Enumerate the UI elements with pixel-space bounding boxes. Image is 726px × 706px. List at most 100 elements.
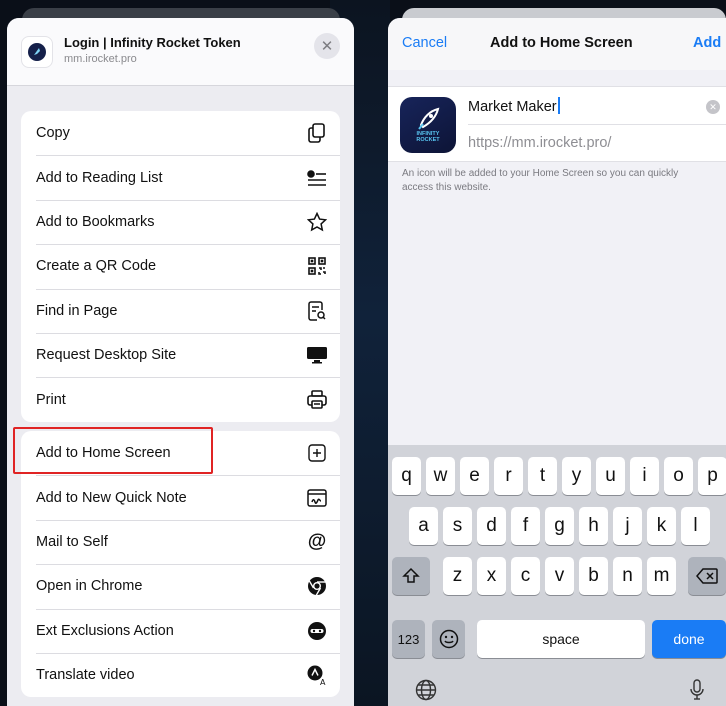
menu-item-label: Copy	[36, 125, 70, 142]
cancel-button[interactable]: Cancel	[402, 35, 447, 51]
numbers-key[interactable]: 123	[392, 620, 425, 658]
key-i[interactable]: i	[630, 457, 659, 495]
menu-item-ext-exclusions[interactable]: Ext Exclusions Action	[21, 608, 340, 653]
rocket-icon	[418, 107, 440, 130]
menu-item-find-in-page[interactable]: Find in Page	[21, 288, 340, 333]
menu-item-label: Find in Page	[36, 302, 118, 319]
add-to-home-screen-sheet: Cancel Add to Home Screen Add INFINITY R…	[388, 18, 726, 706]
key-a[interactable]: a	[409, 507, 438, 545]
key-q[interactable]: q	[392, 457, 421, 495]
name-field-value: Market Maker	[468, 99, 557, 115]
hint-text: An icon will be added to your Home Scree…	[402, 168, 679, 193]
reading-list-icon	[306, 167, 328, 189]
key-t[interactable]: t	[528, 457, 557, 495]
menu-item-add-to-home-screen[interactable]: Add to Home Screen	[21, 431, 340, 475]
globe-icon[interactable]	[413, 677, 439, 703]
find-in-page-icon	[306, 300, 328, 322]
chrome-icon	[306, 575, 328, 597]
menu-item-bookmarks[interactable]: Add to Bookmarks	[21, 199, 340, 244]
key-l[interactable]: l	[681, 507, 710, 545]
svg-text:A: A	[320, 678, 326, 686]
key-y[interactable]: y	[562, 457, 591, 495]
key-f[interactable]: f	[511, 507, 540, 545]
sheet-title: Add to Home Screen	[490, 35, 633, 51]
key-e[interactable]: e	[460, 457, 489, 495]
key-v[interactable]: v	[545, 557, 574, 595]
menu-item-translate-video[interactable]: Translate video A	[21, 652, 340, 697]
key-u[interactable]: u	[596, 457, 625, 495]
menu-item-label: Request Desktop Site	[36, 347, 177, 364]
microphone-icon[interactable]	[684, 677, 710, 703]
key-h[interactable]: h	[579, 507, 608, 545]
app-icon-label: ROCKET	[416, 137, 440, 143]
site-url: mm.irocket.pro	[64, 53, 137, 65]
key-c[interactable]: c	[511, 557, 540, 595]
key-n[interactable]: n	[613, 557, 642, 595]
name-field[interactable]: Market Maker	[468, 97, 560, 115]
key-j[interactable]: j	[613, 507, 642, 545]
site-title: Login | Infinity Rocket Token	[64, 35, 241, 50]
menu-item-label: Add to Home Screen	[36, 445, 171, 462]
key-z[interactable]: z	[443, 557, 472, 595]
shift-icon	[402, 567, 420, 583]
add-button[interactable]: Add	[693, 35, 721, 51]
backspace-key[interactable]	[688, 557, 726, 595]
copy-icon	[306, 122, 328, 144]
key-d[interactable]: d	[477, 507, 506, 545]
menu-item-copy[interactable]: Copy	[21, 111, 340, 155]
menu-item-quick-note[interactable]: Add to New Quick Note	[21, 475, 340, 519]
clear-icon[interactable]: ✕	[706, 100, 720, 114]
menu-item-open-in-chrome[interactable]: Open in Chrome	[21, 564, 340, 608]
backspace-icon	[696, 568, 718, 584]
site-favicon	[21, 36, 53, 68]
url-field: https://mm.irocket.pro/	[468, 135, 612, 151]
key-w[interactable]: w	[426, 457, 455, 495]
mask-icon	[306, 620, 328, 642]
key-r[interactable]: r	[494, 457, 523, 495]
key-x[interactable]: x	[477, 557, 506, 595]
menu-item-qr-code[interactable]: Create a QR Code	[21, 244, 340, 288]
menu-item-mail-to-self[interactable]: Mail to Self @	[21, 519, 340, 564]
menu-item-print[interactable]: Print	[21, 377, 340, 421]
menu-item-label: Add to New Quick Note	[36, 489, 187, 506]
shift-key[interactable]	[392, 557, 430, 595]
menu-item-label: Translate video	[36, 667, 135, 684]
key-o[interactable]: o	[664, 457, 693, 495]
menu-item-label: Mail to Self	[36, 533, 108, 550]
desktop-icon	[306, 344, 328, 366]
menu-item-reading-list[interactable]: Add to Reading List	[21, 155, 340, 199]
menu-item-label: Add to Reading List	[36, 169, 163, 186]
emoji-key[interactable]	[432, 620, 465, 658]
menu-item-desktop-site[interactable]: Request Desktop Site	[21, 332, 340, 377]
space-key[interactable]: space	[477, 620, 645, 658]
key-m[interactable]: m	[647, 557, 676, 595]
divider	[468, 124, 726, 125]
menu-item-label: Create a QR Code	[36, 258, 157, 275]
share-header: Login | Infinity Rocket Token mm.irocket…	[7, 18, 354, 86]
at-sign-icon: @	[307, 530, 327, 552]
translate-icon: A	[306, 664, 328, 686]
qr-code-icon	[306, 255, 328, 277]
printer-icon	[306, 389, 328, 411]
key-p[interactable]: p	[698, 457, 726, 495]
add-square-icon	[306, 442, 328, 464]
nav-bar: Cancel Add to Home Screen Add	[388, 18, 726, 70]
done-key[interactable]: done	[652, 620, 726, 658]
emoji-icon	[439, 629, 458, 649]
key-b[interactable]: b	[579, 557, 608, 595]
key-s[interactable]: s	[443, 507, 472, 545]
key-g[interactable]: g	[545, 507, 574, 545]
text-caret	[557, 97, 560, 114]
menu-item-label: Print	[36, 391, 66, 408]
app-icon: INFINITY ROCKET	[400, 97, 456, 153]
quick-note-icon	[306, 487, 328, 509]
menu-item-label: Open in Chrome	[36, 578, 143, 595]
menu-item-label: Ext Exclusions Action	[36, 622, 174, 639]
share-sheet: Login | Infinity Rocket Token mm.irocket…	[7, 18, 354, 706]
keyboard: q w e r t y u i o p a s d f g h j k l z …	[388, 445, 726, 706]
close-icon[interactable]: ✕	[314, 33, 340, 59]
menu-group-extensions: Add to Home Screen Add to New Quick Note…	[21, 431, 340, 698]
star-icon	[306, 211, 328, 233]
menu-item-label: Add to Bookmarks	[36, 213, 155, 230]
key-k[interactable]: k	[647, 507, 676, 545]
